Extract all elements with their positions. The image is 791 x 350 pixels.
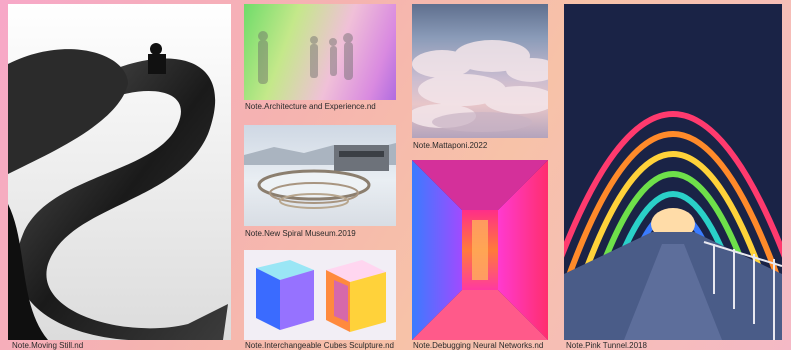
image-debugging-neural-networks[interactable] (412, 160, 548, 340)
image-architecture-experience[interactable] (244, 4, 396, 100)
image-mattaponi[interactable] (412, 4, 548, 138)
rainbow-tunnel-photo (564, 4, 782, 340)
caption-mattaponi: Note.Mattaponi.2022 (413, 141, 488, 150)
image-interchangeable-cubes[interactable] (244, 250, 396, 340)
gradient-people-silhouettes-photo (258, 31, 353, 84)
image-moving-still[interactable] (8, 4, 231, 340)
caption-moving-still: Note.Moving Still.nd (12, 341, 84, 350)
caption-architecture-experience: Note.Architecture and Experience.nd (245, 102, 376, 111)
image-pink-tunnel[interactable] (564, 4, 782, 340)
image-new-spiral-museum[interactable] (244, 125, 396, 226)
caption-pink-tunnel: Note.Pink Tunnel.2018 (566, 341, 647, 350)
caption-new-spiral-museum: Note.New Spiral Museum.2019 (245, 229, 356, 238)
caption-interchangeable-cubes: Note.Interchangeable Cubes Sculpture.nd (245, 341, 394, 350)
black-ribbon-sculpture-photo (8, 4, 231, 340)
glass-cubes-photo (256, 260, 386, 332)
caption-debugging-neural-networks: Note.Debugging Neural Networks.nd (413, 341, 544, 350)
neon-corridor-photo (412, 160, 548, 340)
clouds-photo (412, 40, 548, 132)
spiral-museum-photo (244, 143, 396, 209)
